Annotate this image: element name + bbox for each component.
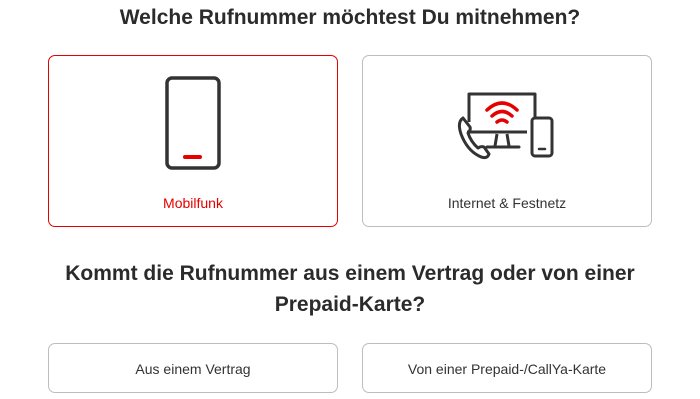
question-2-title: Kommt die Rufnummer aus einem Vertrag od… [0, 258, 700, 320]
internet-festnetz-option-card[interactable]: Internet & Festnetz [362, 55, 652, 227]
question-2-title-line-1: Kommt die Rufnummer aus einem Vertrag od… [65, 262, 635, 285]
mobilfunk-option-card[interactable]: Mobilfunk [48, 55, 338, 227]
prepaid-option-label: Von einer Prepaid-/CallYa-Karte [407, 361, 607, 377]
mobile-phone-icon [165, 76, 221, 170]
question-1-title: Welche Rufnummer möchtest Du mitnehmen? [119, 6, 581, 29]
contract-option-button[interactable]: Aus einem Vertrag [48, 343, 338, 393]
mobilfunk-option-label: Mobilfunk [163, 195, 223, 211]
internet-landline-icon [457, 92, 554, 160]
contract-option-label: Aus einem Vertrag [135, 361, 251, 377]
internet-festnetz-option-label: Internet & Festnetz [447, 195, 567, 211]
number-porting-page: Welche Rufnummer möchtest Du mitnehmen? … [0, 0, 700, 399]
question-2-title-line-2: Prepaid-Karte? [274, 293, 426, 316]
prepaid-option-button[interactable]: Von einer Prepaid-/CallYa-Karte [362, 343, 652, 393]
